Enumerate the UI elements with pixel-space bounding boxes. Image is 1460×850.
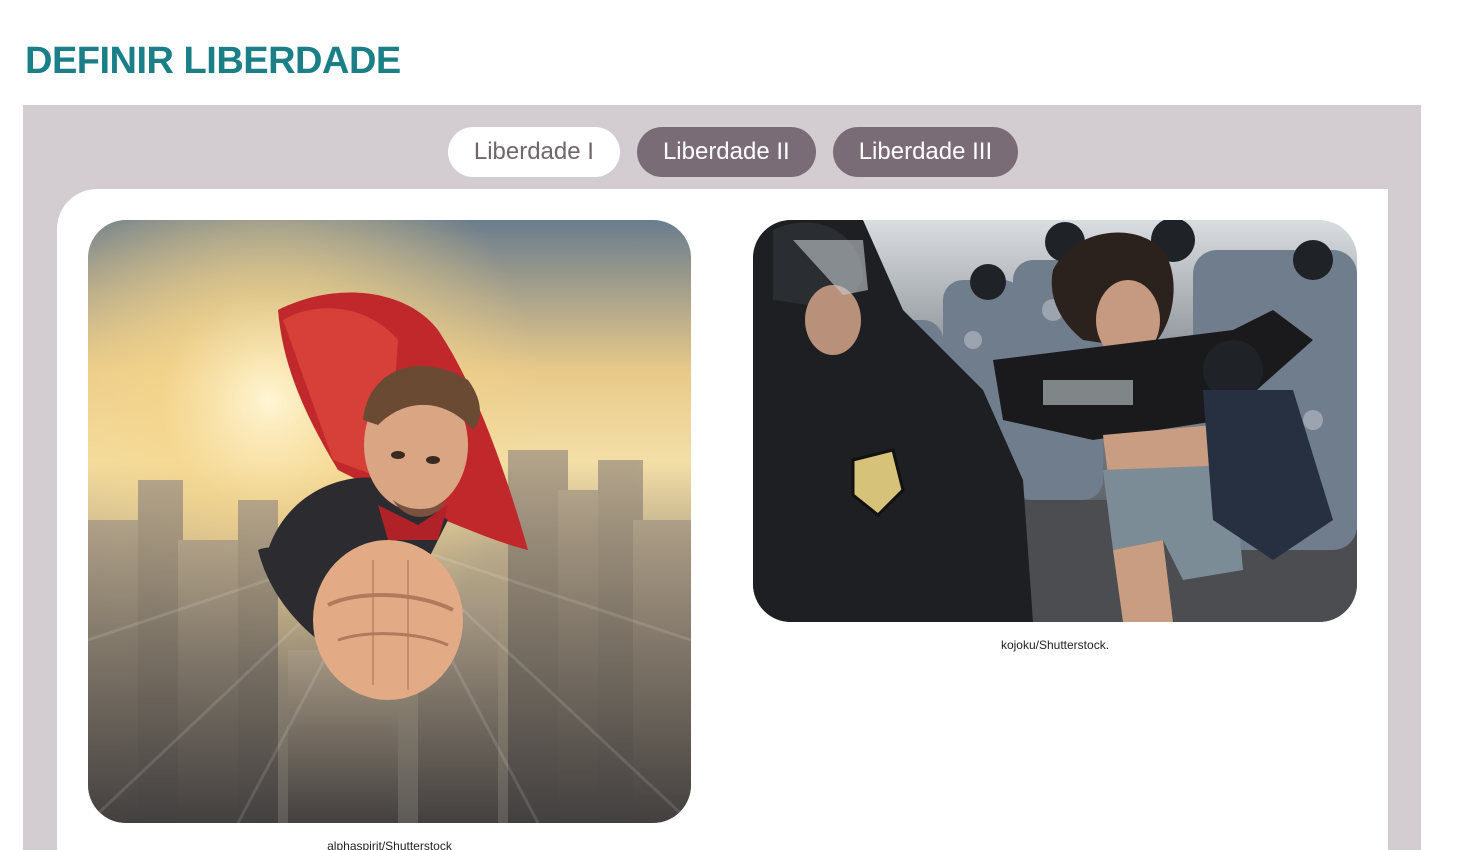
tab-liberdade-3[interactable]: Liberdade III xyxy=(832,127,1019,177)
page: DEFINIR LIBERDADE Liberdade I Liberdade … xyxy=(0,0,1460,850)
protest-arrest-image-caption: kojoku/Shutterstock. xyxy=(1000,638,1110,652)
superhero-image xyxy=(88,220,691,823)
tab-panel: Liberdade I Liberdade II Liberdade III a… xyxy=(23,105,1421,850)
protest-arrest-image xyxy=(753,220,1357,622)
superhero-image-caption: alphaspirit/Shutterstock xyxy=(327,839,452,850)
tab-bar: Liberdade I Liberdade II Liberdade III xyxy=(23,127,1421,177)
tab-liberdade-2[interactable]: Liberdade II xyxy=(636,127,816,177)
tab-content: alphaspirit/Shutterstock kojoku/Shutters… xyxy=(57,189,1388,850)
page-title: DEFINIR LIBERDADE xyxy=(25,40,401,82)
tab-liberdade-1[interactable]: Liberdade I xyxy=(447,127,620,177)
